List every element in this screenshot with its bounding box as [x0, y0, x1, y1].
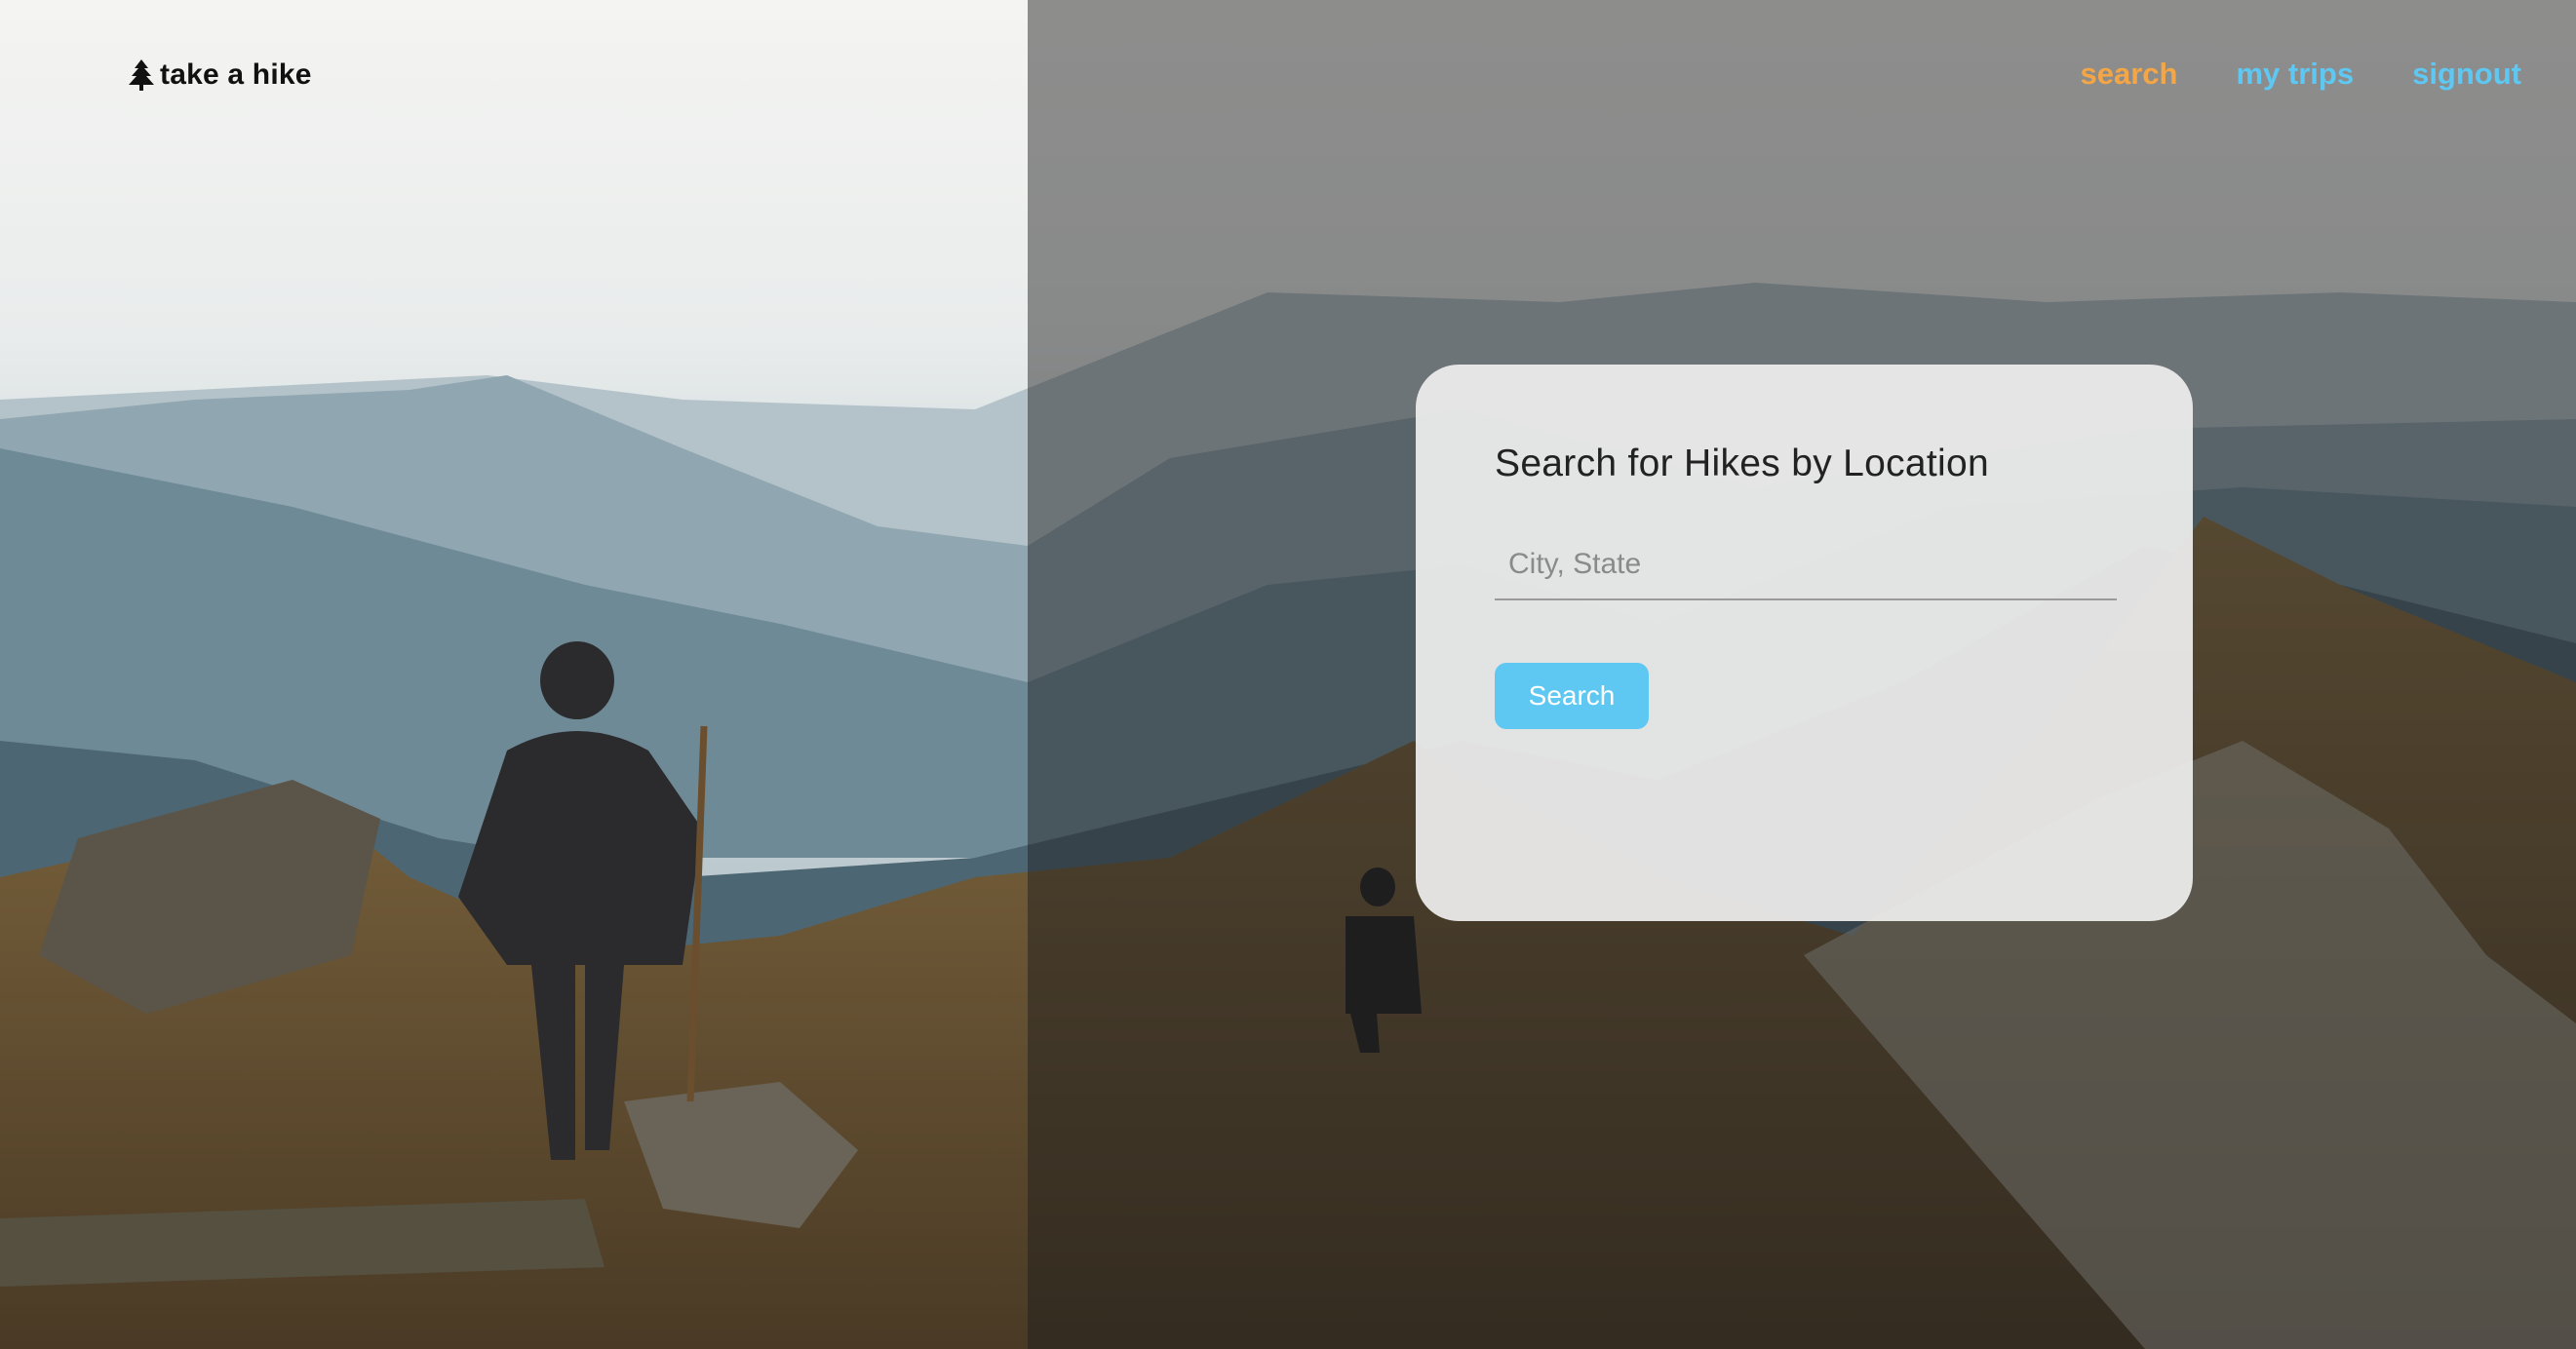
top-nav: search my trips signout [2081, 57, 2522, 92]
location-field-wrapper [1495, 548, 2117, 600]
location-input[interactable] [1508, 548, 2117, 581]
search-button[interactable]: Search [1495, 663, 1649, 729]
search-card-title: Search for Hikes by Location [1495, 443, 1989, 484]
nav-link-my-trips[interactable]: my trips [2236, 57, 2354, 92]
tree-icon [129, 59, 154, 91]
nav-link-search[interactable]: search [2081, 57, 2178, 92]
nav-link-signout[interactable]: signout [2412, 57, 2521, 92]
brand-logo[interactable]: take a hike [129, 58, 312, 92]
brand-name: take a hike [160, 58, 312, 91]
search-card: Search for Hikes by Location Search [1416, 365, 2193, 921]
